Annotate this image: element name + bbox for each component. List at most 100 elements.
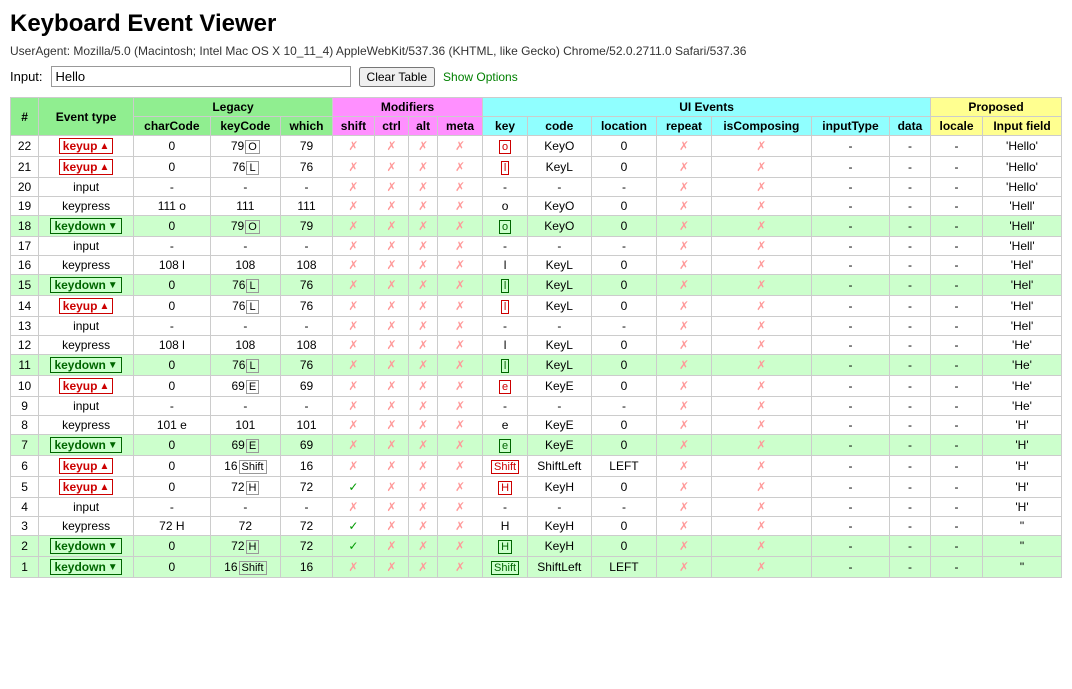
cell-ctrl: ✗ (374, 376, 408, 397)
cell-shift: ✗ (332, 376, 374, 397)
cell-meta: ✗ (438, 456, 483, 477)
cell-keycode: 79O (210, 136, 280, 157)
cell-alt: ✗ (409, 336, 438, 355)
cell-eventtype: input (39, 317, 134, 336)
cell-num: 13 (11, 317, 39, 336)
cell-charcode: 0 (134, 376, 211, 397)
cell-location: 0 (591, 536, 657, 557)
cell-eventtype: keypress (39, 256, 134, 275)
cell-charcode: - (134, 237, 211, 256)
cell-repeat: ✗ (657, 517, 711, 536)
cell-code: KeyH (528, 517, 592, 536)
cell-alt: ✗ (409, 256, 438, 275)
cell-ctrl: ✗ (374, 416, 408, 435)
cell-repeat: ✗ (657, 456, 711, 477)
text-input[interactable] (51, 66, 351, 87)
cell-key: e (483, 376, 528, 397)
cell-keycode: - (210, 498, 280, 517)
cell-locale: - (931, 355, 983, 376)
cell-key: H (483, 536, 528, 557)
cell-location: - (591, 237, 657, 256)
cell-meta: ✗ (438, 216, 483, 237)
cell-code: KeyL (528, 336, 592, 355)
cell-inputtype: - (812, 376, 890, 397)
cell-charcode: 0 (134, 157, 211, 178)
cell-num: 15 (11, 275, 39, 296)
cell-key: Shift (483, 456, 528, 477)
cell-data: - (889, 136, 930, 157)
cell-repeat: ✗ (657, 435, 711, 456)
cell-ctrl: ✗ (374, 256, 408, 275)
table-row: 15keydown ▼076L76✗✗✗✗lKeyL0✗✗---'Hel' (11, 275, 1062, 296)
show-options-link[interactable]: Show Options (443, 70, 518, 84)
cell-which: 69 (281, 435, 333, 456)
cell-iscomposing: ✗ (711, 517, 811, 536)
cell-repeat: ✗ (657, 178, 711, 197)
cell-locale: - (931, 237, 983, 256)
cell-iscomposing: ✗ (711, 456, 811, 477)
cell-which: 101 (281, 416, 333, 435)
cell-keycode: 72H (210, 536, 280, 557)
clear-table-button[interactable]: Clear Table (359, 67, 435, 87)
cell-eventtype: keydown ▼ (39, 275, 134, 296)
cell-inputfield: 'Hell' (983, 197, 1062, 216)
cell-num: 17 (11, 237, 39, 256)
cell-inputfield: 'Hello' (983, 178, 1062, 197)
cell-eventtype: keyup ▲ (39, 157, 134, 178)
cell-ctrl: ✗ (374, 237, 408, 256)
cell-data: - (889, 456, 930, 477)
table-row: 12keypress108 l108108✗✗✗✗lKeyL0✗✗---'He' (11, 336, 1062, 355)
cell-ctrl: ✗ (374, 136, 408, 157)
col-header-num: # (11, 98, 39, 136)
cell-which: 79 (281, 216, 333, 237)
cell-ctrl: ✗ (374, 197, 408, 216)
cell-iscomposing: ✗ (711, 557, 811, 578)
col-group-legacy: Legacy (134, 98, 333, 117)
table-row: 18keydown ▼079O79✗✗✗✗oKeyO0✗✗---'Hell' (11, 216, 1062, 237)
cell-ctrl: ✗ (374, 336, 408, 355)
cell-code: - (528, 237, 592, 256)
cell-charcode: 108 l (134, 256, 211, 275)
cell-inputtype: - (812, 477, 890, 498)
cell-shift: ✗ (332, 256, 374, 275)
cell-alt: ✗ (409, 355, 438, 376)
cell-inputtype: - (812, 216, 890, 237)
cell-num: 2 (11, 536, 39, 557)
cell-meta: ✗ (438, 336, 483, 355)
cell-which: - (281, 237, 333, 256)
cell-alt: ✗ (409, 216, 438, 237)
cell-iscomposing: ✗ (711, 376, 811, 397)
cell-location: 0 (591, 355, 657, 376)
cell-code: KeyO (528, 197, 592, 216)
cell-num: 12 (11, 336, 39, 355)
col-header-eventtype: Event type (39, 98, 134, 136)
cell-charcode: 0 (134, 216, 211, 237)
cell-meta: ✗ (438, 355, 483, 376)
cell-data: - (889, 178, 930, 197)
cell-code: KeyH (528, 536, 592, 557)
cell-meta: ✗ (438, 498, 483, 517)
cell-code: KeyO (528, 136, 592, 157)
cell-iscomposing: ✗ (711, 197, 811, 216)
cell-meta: ✗ (438, 435, 483, 456)
cell-iscomposing: ✗ (711, 355, 811, 376)
cell-charcode: - (134, 498, 211, 517)
cell-charcode: 72 H (134, 517, 211, 536)
cell-data: - (889, 317, 930, 336)
cell-key: l (483, 256, 528, 275)
cell-locale: - (931, 256, 983, 275)
cell-ctrl: ✗ (374, 435, 408, 456)
cell-keycode: 72 (210, 517, 280, 536)
cell-location: 0 (591, 275, 657, 296)
cell-shift: ✗ (332, 296, 374, 317)
table-row: 21keyup ▲076L76✗✗✗✗lKeyL0✗✗---'Hello' (11, 157, 1062, 178)
cell-keycode: - (210, 178, 280, 197)
cell-location: - (591, 498, 657, 517)
cell-key: - (483, 317, 528, 336)
cell-code: KeyH (528, 477, 592, 498)
cell-eventtype: keyup ▲ (39, 456, 134, 477)
cell-locale: - (931, 296, 983, 317)
cell-data: - (889, 416, 930, 435)
cell-eventtype: keyup ▲ (39, 296, 134, 317)
cell-iscomposing: ✗ (711, 275, 811, 296)
